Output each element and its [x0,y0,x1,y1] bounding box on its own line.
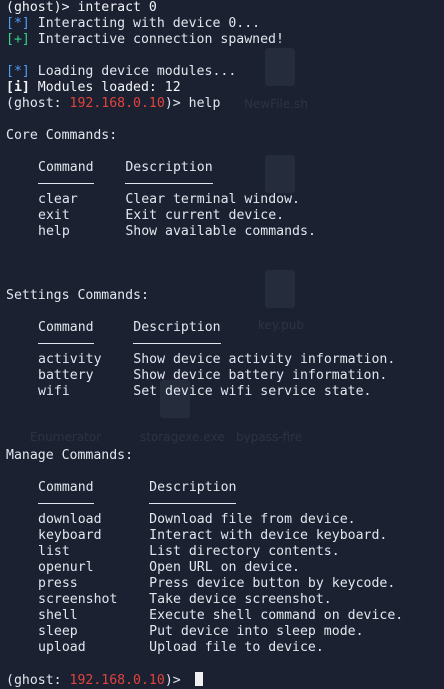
command-name: exit [38,208,70,223]
command-row: download Download file from device. [38,512,444,528]
command-row: battery Show device battery information. [38,368,444,384]
command-table: Command Description clear Clear terminal wi… [6,160,444,240]
command-section: Core Commands: Command Description clear Cle… [6,128,444,288]
command-row: screenshot Take device screenshot. [38,592,444,608]
active-prompt[interactable]: (ghost: 192.168.0.10)> [6,672,444,688]
command-column-header: Command [38,480,94,495]
command-name: openurl [38,560,94,575]
command-column-header: Command [38,160,94,175]
command-column-header: Command [38,320,94,335]
command-description: Interact with device keyboard. [149,528,388,543]
description-column-header: Description [149,480,237,495]
prompt-line: (ghost: 192.168.0.10)> help [6,96,221,111]
command-description: Press device button by keycode. [149,576,396,591]
command-description: Show device battery information. [133,368,388,383]
command-name: press [38,576,78,591]
command-description: Set device wifi service state. [133,384,372,399]
command-row: sleep Put device into sleep mode. [38,624,444,640]
command-section: Manage Commands: Command Description downlo… [6,448,444,656]
terminal-line: [+] Interactive connection spawned! [6,32,284,47]
command-description: Execute shell command on device. [149,608,404,623]
device-ip: 192.168.0.10 [69,96,165,111]
command-description: Exit current device. [125,208,285,223]
command-name: keyboard [38,528,102,543]
terminal-line: [i] Modules loaded: 12 [6,80,181,95]
command-description: Take device screenshot. [149,592,332,607]
section-title: Manage Commands: [6,448,134,463]
command-name: upload [38,640,86,655]
command-table: Command Description download Download file … [6,480,444,656]
command-description: Download file from device. [149,512,356,527]
terminal-line: (ghost)> interact 0 [6,0,157,15]
help-output: Core Commands: Command Description clear Cle… [6,128,444,656]
command-row: press Press device button by keycode. [38,576,444,592]
command-name: screenshot [38,592,118,607]
command-row: wifi Set device wifi service state. [38,384,444,400]
header-underline [38,176,444,192]
command-row: exit Exit current device. [38,208,444,224]
command-name: battery [38,368,94,383]
command-table: Command Description activity Show device ac… [6,320,444,400]
header-underline [38,336,444,352]
description-column-header: Description [133,320,221,335]
command-row: upload Upload file to device. [38,640,444,656]
command-description: List directory contents. [149,544,340,559]
command-name: activity [38,352,102,367]
command-name: download [38,512,102,527]
text-cursor [194,672,203,686]
command-section: Settings Commands: Command Description acti… [6,288,444,448]
info-bold-tag: [i] [6,80,30,95]
command-row: shell Execute shell command on device. [38,608,444,624]
section-title: Core Commands: [6,128,118,143]
success-tag: [+] [6,32,30,47]
command-row: clear Clear terminal window. [38,192,444,208]
command-name: help [38,224,70,239]
command-row: activity Show device activity information… [38,352,444,368]
table-header: Command Description [38,480,444,496]
command-description: Put device into sleep mode. [149,624,364,639]
info-tag: [*] [6,64,30,79]
command-name: wifi [38,384,70,399]
device-ip: 192.168.0.10 [69,673,165,688]
terminal-line: [*] Loading device modules... [6,64,237,79]
command-description: Clear terminal window. [125,192,300,207]
terminal-window[interactable]: (ghost)> interact 0 [*] Interacting with… [6,0,444,688]
command-row: help Show available commands. [38,224,444,240]
command-description: Open URL on device. [149,560,300,575]
header-underline [38,496,444,512]
command-description: Show available commands. [125,224,316,239]
info-tag: [*] [6,16,30,31]
table-header: Command Description [38,320,444,336]
command-name: sleep [38,624,78,639]
command-row: keyboard Interact with device keyboard. [38,528,444,544]
table-header: Command Description [38,160,444,176]
command-row: list List directory contents. [38,544,444,560]
terminal-line: [*] Interacting with device 0... [6,16,261,31]
command-name: list [38,544,70,559]
command-name: clear [38,192,78,207]
command-row: openurl Open URL on device. [38,560,444,576]
section-title: Settings Commands: [6,288,149,303]
command-description: Upload file to device. [149,640,324,655]
command-name: shell [38,608,78,623]
command-description: Show device activity information. [133,352,396,367]
description-column-header: Description [125,160,213,175]
